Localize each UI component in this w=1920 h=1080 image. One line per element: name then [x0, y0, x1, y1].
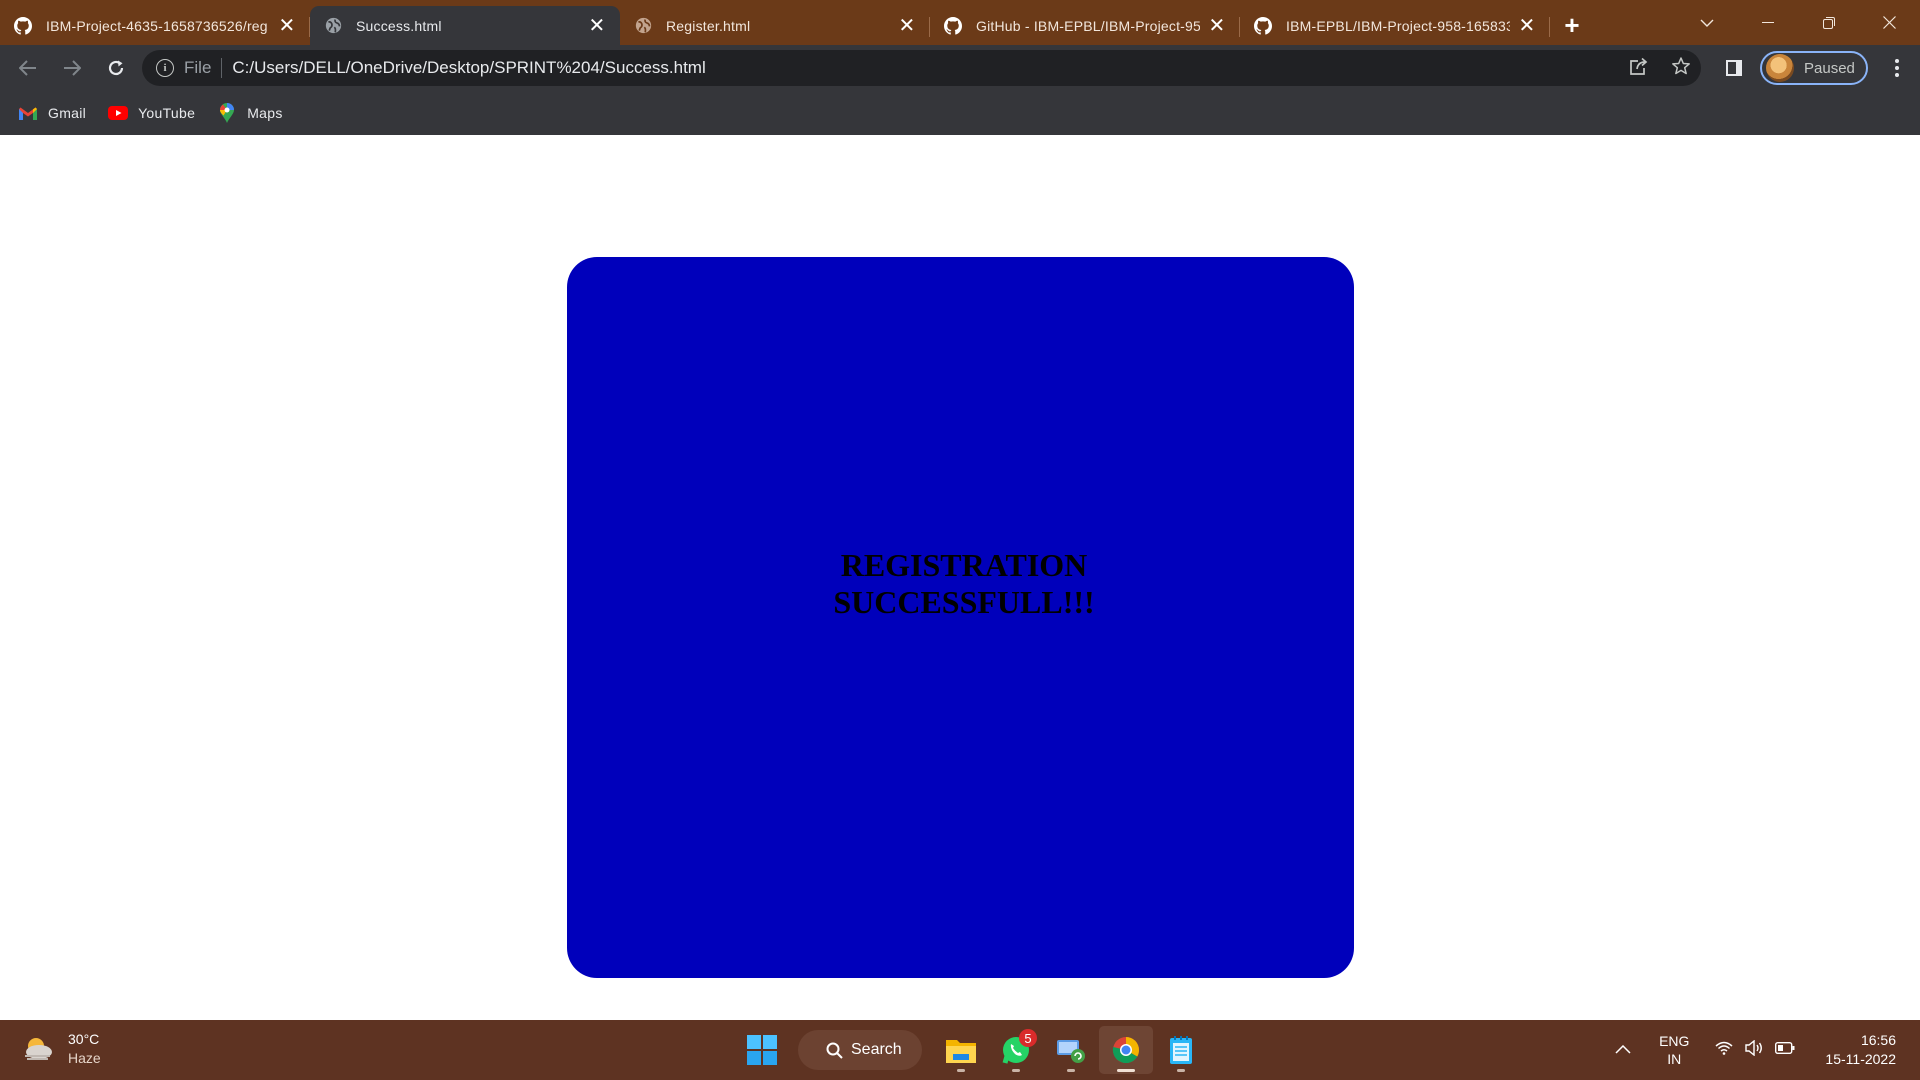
- github-icon: [14, 16, 32, 35]
- side-panel-icon[interactable]: [1726, 60, 1742, 76]
- tab-title: Success.html: [356, 17, 442, 34]
- tab-search-chevron-icon[interactable]: [1676, 0, 1737, 45]
- share-icon[interactable]: [1629, 57, 1649, 80]
- tab-ibm-epbl-project-958[interactable]: IBM-EPBL/IBM-Project-958-165833 ✕: [1240, 6, 1550, 45]
- windows-taskbar: 30°C Haze Search 5 ENG IN 16:56 15-11-20…: [0, 1020, 1920, 1080]
- weather-temperature: 30°C: [68, 1031, 100, 1047]
- tab-title: GitHub - IBM-EPBL/IBM-Project-95: [976, 17, 1200, 34]
- forward-button[interactable]: [52, 50, 92, 86]
- url-scheme-label: File: [184, 58, 212, 77]
- close-tab-icon[interactable]: ✕: [898, 15, 916, 37]
- bookmark-label: Maps: [247, 105, 283, 121]
- search-label: Search: [851, 1041, 902, 1058]
- taskbar-whatsapp[interactable]: 5: [989, 1026, 1043, 1074]
- volume-icon: [1745, 1039, 1763, 1061]
- bookmark-label: Gmail: [48, 105, 87, 121]
- github-icon: [1254, 16, 1272, 35]
- tab-ibm-project-4635[interactable]: IBM-Project-4635-1658736526/reg ✕: [0, 6, 310, 45]
- success-message: REGISTRATION SUCCESSFULL!!!: [833, 546, 1095, 620]
- taskbar-notepad[interactable]: [1154, 1026, 1208, 1074]
- address-bar[interactable]: i File C:/Users/DELL/OneDrive/Desktop/SP…: [142, 50, 1701, 86]
- close-tab-icon[interactable]: ✕: [278, 15, 296, 37]
- clock-date: 15-11-2022: [1825, 1051, 1896, 1067]
- weather-widget[interactable]: 30°C Haze: [22, 1030, 101, 1068]
- start-button[interactable]: [735, 1026, 789, 1074]
- tab-title: IBM-EPBL/IBM-Project-958-165833: [1286, 17, 1510, 34]
- tab-title: Register.html: [666, 17, 751, 34]
- taskbar-search-button[interactable]: Search: [798, 1030, 922, 1070]
- notification-badge: 5: [1019, 1029, 1037, 1047]
- taskbar-control-app[interactable]: [1044, 1026, 1098, 1074]
- bookmark-youtube[interactable]: YouTube: [108, 103, 195, 123]
- site-info-icon[interactable]: i: [156, 59, 174, 77]
- lang-bottom: IN: [1667, 1051, 1682, 1067]
- gmail-icon: [18, 103, 38, 123]
- more-menu-icon[interactable]: [1882, 59, 1912, 77]
- back-button[interactable]: [8, 50, 48, 86]
- globe-icon: [324, 17, 342, 35]
- close-tab-icon[interactable]: ✕: [588, 15, 606, 37]
- bookmark-gmail[interactable]: Gmail: [18, 103, 86, 123]
- weather-haze-icon: [22, 1036, 54, 1062]
- tab-title: IBM-Project-4635-1658736526/reg: [46, 17, 268, 34]
- globe-icon: [634, 17, 652, 35]
- tab-strip: IBM-Project-4635-1658736526/reg ✕ Succes…: [0, 0, 1920, 45]
- maps-icon: [217, 103, 237, 123]
- quick-settings[interactable]: [1715, 1039, 1795, 1061]
- close-window-button[interactable]: [1859, 0, 1920, 45]
- tab-register-html[interactable]: Register.html ✕: [620, 6, 930, 45]
- bookmark-star-icon[interactable]: [1671, 56, 1691, 81]
- profile-button[interactable]: Paused: [1760, 51, 1868, 85]
- profile-status-label: Paused: [1804, 59, 1855, 77]
- search-icon: [826, 1042, 843, 1059]
- lang-top: ENG: [1659, 1033, 1690, 1049]
- close-tab-icon[interactable]: ✕: [1518, 15, 1536, 37]
- taskbar-chrome[interactable]: [1099, 1026, 1153, 1074]
- browser-toolbar: i File C:/Users/DELL/OneDrive/Desktop/SP…: [0, 45, 1920, 91]
- page-viewport: REGISTRATION SUCCESSFULL!!!: [0, 135, 1920, 1020]
- bookmark-maps[interactable]: Maps: [217, 103, 282, 123]
- monitor-refresh-icon: [1057, 1040, 1085, 1063]
- weather-condition: Haze: [68, 1050, 101, 1066]
- minimize-button[interactable]: [1737, 0, 1798, 45]
- show-hidden-icons-chevron-icon[interactable]: [1615, 1041, 1631, 1059]
- restore-button[interactable]: [1798, 0, 1859, 45]
- clock-time: 16:56: [1860, 1032, 1896, 1048]
- battery-icon: [1775, 1041, 1795, 1059]
- close-tab-icon[interactable]: ✕: [1208, 15, 1226, 37]
- wifi-icon: [1715, 1041, 1733, 1060]
- folder-icon: [946, 1040, 976, 1063]
- notepad-icon: [1170, 1036, 1192, 1064]
- avatar: [1766, 54, 1794, 82]
- bookmarks-bar: Gmail YouTube Maps: [0, 91, 1920, 135]
- reload-button[interactable]: [96, 50, 136, 86]
- system-tray: ENG IN 16:56 15-11-2022: [1615, 1020, 1920, 1080]
- taskbar-file-explorer[interactable]: [934, 1026, 988, 1074]
- clock[interactable]: 16:56 15-11-2022: [1825, 1031, 1896, 1069]
- window-controls: [1676, 0, 1920, 45]
- tab-separator: [1549, 17, 1550, 37]
- tab-github-ibm-epbl[interactable]: GitHub - IBM-EPBL/IBM-Project-95 ✕: [930, 6, 1240, 45]
- chrome-icon: [1112, 1037, 1140, 1064]
- windows-logo-icon: [747, 1035, 777, 1065]
- url-text[interactable]: C:/Users/DELL/OneDrive/Desktop/SPRINT%20…: [232, 58, 705, 78]
- github-icon: [944, 16, 962, 35]
- new-tab-button[interactable]: +: [1550, 6, 1594, 45]
- youtube-icon: [108, 103, 129, 123]
- input-language-indicator[interactable]: ENG IN: [1659, 1032, 1689, 1068]
- bookmark-label: YouTube: [138, 105, 196, 121]
- tab-success-html[interactable]: Success.html ✕: [310, 6, 620, 45]
- success-card: REGISTRATION SUCCESSFULL!!!: [567, 257, 1354, 978]
- omnibox-divider: [221, 58, 223, 78]
